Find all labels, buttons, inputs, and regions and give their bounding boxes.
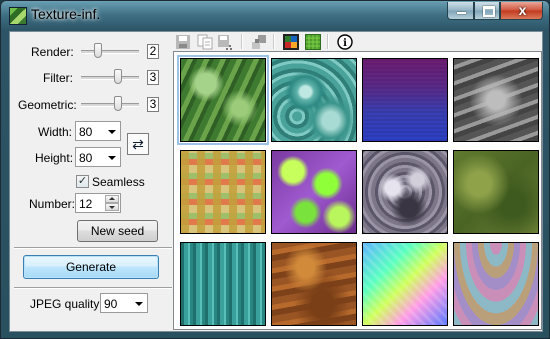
minimize-icon xyxy=(457,12,466,14)
copy-icon[interactable] xyxy=(197,34,213,50)
geometric-slider[interactable] xyxy=(81,96,139,112)
close-icon: x xyxy=(518,2,527,18)
height-select-value: 80 xyxy=(79,151,93,165)
texture-thumb[interactable] xyxy=(453,150,539,234)
toolbar-separator xyxy=(241,34,243,49)
texture-thumb[interactable] xyxy=(180,150,266,234)
maximize-button[interactable] xyxy=(474,2,500,20)
texture-thumb[interactable] xyxy=(362,242,448,326)
render-value: 2 xyxy=(147,44,159,59)
filter-label: Filter: xyxy=(43,71,73,85)
texture-icon[interactable] xyxy=(305,34,321,50)
width-select[interactable]: 80 xyxy=(75,121,121,141)
render-slider[interactable] xyxy=(81,43,139,59)
seamless-checkbox[interactable]: ✓ xyxy=(76,175,89,188)
number-label: Number: xyxy=(29,197,76,211)
save-icon[interactable] xyxy=(175,34,191,50)
width-label: Width: xyxy=(38,125,73,139)
tile-icon[interactable] xyxy=(251,34,267,50)
texture-thumb[interactable] xyxy=(453,242,539,326)
chevron-down-icon xyxy=(108,130,116,134)
jpeg-quality-label: JPEG quality: xyxy=(30,297,103,311)
texture-thumb[interactable] xyxy=(271,150,357,234)
texture-gallery xyxy=(173,51,542,330)
chevron-down-icon xyxy=(108,156,116,160)
jpeg-quality-select[interactable]: 90 xyxy=(100,293,148,313)
number-spinner[interactable]: 12 xyxy=(75,193,121,213)
swap-icon: ⇄ xyxy=(132,136,144,152)
texture-thumb[interactable] xyxy=(271,58,357,142)
toolbar: i xyxy=(173,32,542,51)
number-value: 12 xyxy=(79,197,93,211)
geometric-slider-thumb[interactable] xyxy=(114,96,122,111)
divider xyxy=(14,287,172,289)
palette-icon[interactable] xyxy=(283,34,299,50)
texture-thumb[interactable] xyxy=(271,242,357,326)
toolbar-separator xyxy=(327,34,329,49)
render-label: Render: xyxy=(31,45,74,59)
chevron-down-icon xyxy=(135,302,143,306)
app-window: Texture-inf. x i Render: 2 Filter: 3 Geo… xyxy=(0,0,550,339)
title-bar[interactable]: Texture-inf. x xyxy=(1,1,549,31)
texture-thumb[interactable] xyxy=(362,58,448,142)
swap-size-button[interactable]: ⇄ xyxy=(127,133,149,155)
texture-thumb[interactable] xyxy=(362,150,448,234)
spin-up-button[interactable] xyxy=(105,195,119,203)
info-icon[interactable]: i xyxy=(337,34,353,50)
checkmark-icon: ✓ xyxy=(77,175,88,187)
height-label: Height: xyxy=(35,151,74,165)
texture-thumb[interactable] xyxy=(177,55,269,145)
app-icon xyxy=(9,7,27,25)
height-select[interactable]: 80 xyxy=(75,147,121,167)
client-area: i Render: 2 Filter: 3 Geometric: 3 Width… xyxy=(9,31,543,332)
jpeg-quality-value: 90 xyxy=(104,297,118,311)
texture-thumb[interactable] xyxy=(180,242,266,326)
render-slider-thumb[interactable] xyxy=(94,43,102,58)
close-button[interactable]: x xyxy=(500,2,543,20)
filter-value: 3 xyxy=(147,70,159,85)
window-title: Texture-inf. xyxy=(31,6,101,22)
texture-thumb[interactable] xyxy=(453,58,539,142)
filter-slider[interactable] xyxy=(81,69,139,85)
seamless-label[interactable]: Seamless xyxy=(92,175,145,189)
maximize-icon xyxy=(483,6,495,17)
width-select-value: 80 xyxy=(79,125,93,139)
filter-slider-thumb[interactable] xyxy=(114,69,122,84)
info-glyph: i xyxy=(343,38,347,49)
save-as-icon[interactable] xyxy=(217,34,233,50)
new-seed-button[interactable]: New seed xyxy=(77,220,158,242)
geometric-label: Geometric: xyxy=(18,98,77,112)
divider xyxy=(14,247,172,249)
geometric-value: 3 xyxy=(147,97,159,112)
spin-down-button[interactable] xyxy=(105,203,119,211)
generate-button[interactable]: Generate xyxy=(23,255,159,279)
toolbar-separator xyxy=(273,34,275,49)
minimize-button[interactable] xyxy=(447,2,474,20)
